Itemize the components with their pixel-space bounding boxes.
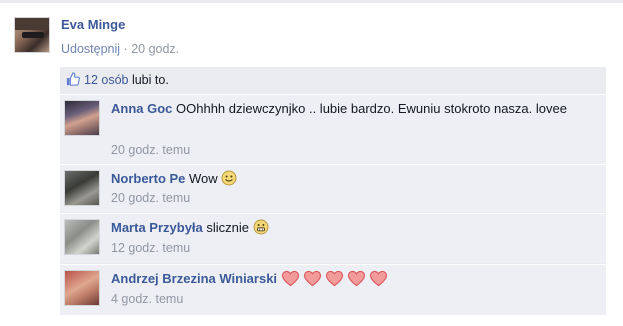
heart-emoji-icon	[325, 270, 343, 287]
thumbs-up-icon	[66, 72, 80, 86]
commenter-avatar[interactable]	[64, 219, 100, 255]
comment-body: Norberto Pe Wow	[111, 170, 601, 188]
heart-emoji-icon	[303, 270, 321, 287]
grin-emoji-icon	[253, 219, 269, 235]
comment-timestamp[interactable]: 20 godz. temu	[111, 143, 190, 157]
meta-separator: ·	[120, 42, 132, 56]
comment-item: Andrzej Brzezina Winiarski 4 godz. temu	[60, 264, 606, 315]
post-author-avatar[interactable]	[14, 17, 50, 53]
post-timestamp[interactable]: 20 godz.	[131, 42, 179, 56]
share-link[interactable]: Udostępnij	[61, 42, 120, 56]
top-divider	[0, 0, 623, 3]
post-author-name[interactable]: Eva Minge	[61, 17, 125, 32]
comment-body: Andrzej Brzezina Winiarski	[111, 270, 601, 288]
heart-emoji-icon	[347, 270, 365, 287]
comment-text: Wow	[185, 171, 222, 186]
comment-body: Marta Przybyła slicznie	[111, 219, 601, 237]
comment-timestamp[interactable]: 4 godz. temu	[111, 292, 183, 306]
comment-author[interactable]: Anna Goc	[111, 101, 172, 116]
comment-item: Marta Przybyła slicznie 12 godz. temu	[60, 213, 606, 263]
heart-emoji-icon	[369, 270, 387, 287]
comment-text: OOhhhh dziewczynjko .. lubie bardzo. Ewu…	[172, 101, 567, 116]
comment-timestamp[interactable]: 20 godz. temu	[111, 191, 190, 205]
comment-text: slicznie	[202, 220, 253, 235]
comment-timestamp[interactable]: 12 godz. temu	[111, 241, 190, 255]
comment-author[interactable]: Marta Przybyła	[111, 220, 203, 235]
commenter-avatar[interactable]	[64, 100, 100, 136]
likes-summary: 12 osób lubi to.	[60, 67, 606, 92]
heart-emoji-icon	[281, 270, 299, 287]
commenter-avatar[interactable]	[64, 270, 100, 306]
comment-body: Anna Goc OOhhhh dziewczynjko .. lubie ba…	[111, 100, 601, 118]
comments-panel: 12 osób lubi to. Anna Goc OOhhhh dziewcz…	[60, 67, 606, 315]
commenter-avatar[interactable]	[64, 170, 100, 206]
comment-author[interactable]: Andrzej Brzezina Winiarski	[111, 271, 277, 286]
likes-count-link[interactable]: 12 osób	[84, 73, 128, 87]
comment-item: Norberto Pe Wow 20 godz. temu	[60, 164, 606, 212]
likes-suffix: lubi to.	[128, 73, 169, 87]
post-meta: Udostępnij · 20 godz.	[61, 42, 179, 56]
comment-item: Anna Goc OOhhhh dziewczynjko .. lubie ba…	[60, 94, 606, 164]
comment-author[interactable]: Norberto Pe	[111, 171, 185, 186]
smile-emoji-icon	[221, 170, 237, 186]
